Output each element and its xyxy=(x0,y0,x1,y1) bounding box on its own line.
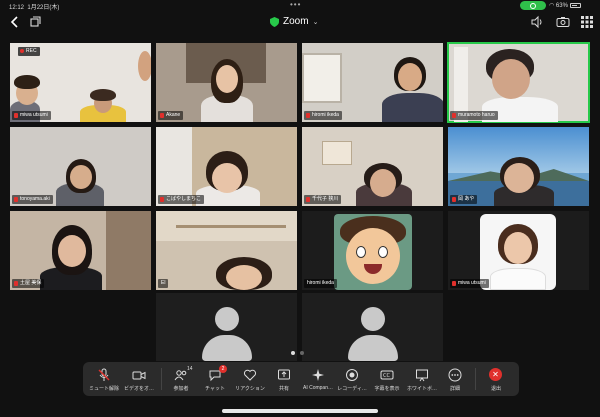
video-tile[interactable]: REC miwa utsumi xyxy=(10,43,151,122)
speaker-icon[interactable] xyxy=(530,15,544,29)
record-button[interactable]: レコーディ… xyxy=(335,362,369,396)
multitask-dots[interactable]: ••• xyxy=(290,0,301,9)
video-camera-icon xyxy=(132,368,146,382)
battery-icon xyxy=(569,3,581,8)
whiteboard-button[interactable]: ホワイトボ… xyxy=(405,362,439,396)
video-tile[interactable]: 千代子 狭川 xyxy=(302,127,443,206)
mic-muted-icon xyxy=(306,113,310,118)
top-bar: Zoom ⌄ xyxy=(0,12,600,34)
heart-icon xyxy=(243,368,257,382)
participant-name-tag: 岡 あや xyxy=(450,195,478,204)
battery-percent: 63% xyxy=(555,3,568,9)
shield-icon xyxy=(270,16,279,27)
participant-name-tag: El xyxy=(158,279,169,288)
record-dot-icon xyxy=(20,49,24,53)
participant-name-tag: miwa utsumi xyxy=(450,279,489,288)
mic-muted-icon xyxy=(14,197,18,202)
mic-muted-icon xyxy=(160,197,164,202)
participant-name-tag: 千代子 狭川 xyxy=(304,195,342,204)
page-indicator[interactable] xyxy=(291,351,304,355)
share-screen-icon xyxy=(277,368,291,382)
meeting-toolbar: ミュート解除 ビデオをオ… 14 参加者 2 チャット リアクション 共有 AI… xyxy=(83,362,519,396)
meeting-title[interactable]: Zoom ⌄ xyxy=(270,16,318,27)
video-tile[interactable]: El xyxy=(156,211,297,290)
video-tile[interactable]: Akane xyxy=(156,43,297,122)
video-tile[interactable]: 岡 あや xyxy=(448,127,589,206)
default-avatar-icon xyxy=(201,307,252,361)
video-tile-active-speaker[interactable]: muramoto haruo xyxy=(447,42,590,123)
more-dots-icon xyxy=(448,368,462,382)
cartoon-avatar-image xyxy=(334,214,412,290)
mic-off-icon xyxy=(97,368,111,382)
recording-badge: REC xyxy=(18,47,40,56)
participants-button[interactable]: 14 参加者 xyxy=(165,362,197,396)
toolbar-divider xyxy=(475,368,476,390)
unmute-button[interactable]: ミュート解除 xyxy=(87,362,121,396)
home-indicator[interactable] xyxy=(222,409,378,413)
participant-name-tag: Akane xyxy=(158,111,184,120)
participant-video xyxy=(156,211,297,290)
share-button[interactable]: 共有 xyxy=(269,362,299,396)
chat-button[interactable]: 2 チャット xyxy=(199,362,231,396)
meeting-title-label: Zoom xyxy=(283,16,309,27)
participant-name-tag: こばやしまちこ xyxy=(158,195,205,204)
video-tile[interactable]: こばやしまちこ xyxy=(156,127,297,206)
svg-text:CC: CC xyxy=(383,373,390,379)
participant-name-tag: tonoyama.aki xyxy=(12,195,53,204)
more-button[interactable]: 詳細 xyxy=(441,362,469,396)
video-tile[interactable]: hiromi ikeda xyxy=(302,211,443,290)
participant-name-tag: 土屋 美保 xyxy=(12,279,45,288)
whiteboard-icon xyxy=(415,368,429,382)
mic-muted-icon xyxy=(160,113,164,118)
minimize-window-icon[interactable] xyxy=(28,15,42,29)
participant-name-tag: muramoto haruo xyxy=(450,111,498,120)
mic-muted-icon xyxy=(452,281,456,286)
chevron-down-icon: ⌄ xyxy=(312,18,319,26)
participants-icon xyxy=(174,368,188,382)
reactions-button[interactable]: リアクション xyxy=(233,362,267,396)
chat-unread-badge: 2 xyxy=(219,365,227,373)
gallery-grid-icon[interactable] xyxy=(580,15,594,29)
sparkle-icon xyxy=(311,368,325,382)
profile-photo xyxy=(480,214,556,290)
ai-companion-button[interactable]: AI Compan… xyxy=(301,362,335,396)
participant-name-tag: miwa utsumi xyxy=(12,111,51,120)
wifi-icon: ◠ xyxy=(549,3,555,9)
back-chevron-icon[interactable] xyxy=(8,15,22,29)
status-right: ◠ 63% xyxy=(549,2,581,9)
participant-name-tag: hiromi ikeda xyxy=(304,279,337,288)
video-tile-no-video[interactable] xyxy=(156,293,297,361)
video-tile[interactable]: 土屋 美保 xyxy=(10,211,151,290)
mic-muted-icon xyxy=(306,197,310,202)
start-video-button[interactable]: ビデオをオ… xyxy=(121,362,157,396)
captions-button[interactable]: CC 字幕を表示 xyxy=(371,362,403,396)
mic-muted-icon xyxy=(14,281,18,286)
leave-x-icon: ✕ xyxy=(489,368,503,382)
call-indicator[interactable] xyxy=(520,1,546,10)
closed-captions-icon: CC xyxy=(380,368,394,382)
status-bar: 12:12 1月22日(木) ••• ◠ 63% xyxy=(0,0,600,12)
default-avatar-icon xyxy=(347,307,398,361)
toolbar-divider xyxy=(161,368,162,390)
status-time: 12:12 1月22日(木) xyxy=(9,5,60,11)
video-tile-no-video[interactable] xyxy=(302,293,443,361)
record-icon xyxy=(345,368,359,382)
video-tile[interactable]: hiromi ikeda xyxy=(302,43,443,122)
video-tile[interactable]: miwa utsumi xyxy=(448,211,589,290)
video-tile[interactable]: tonoyama.aki xyxy=(10,127,151,206)
mic-muted-icon xyxy=(14,113,18,118)
mic-muted-icon xyxy=(452,197,456,202)
switch-camera-icon[interactable] xyxy=(556,15,570,29)
leave-button[interactable]: ✕ 退出 xyxy=(481,362,511,396)
participant-name-tag: hiromi ikeda xyxy=(304,111,342,120)
mic-muted-icon xyxy=(452,113,456,118)
